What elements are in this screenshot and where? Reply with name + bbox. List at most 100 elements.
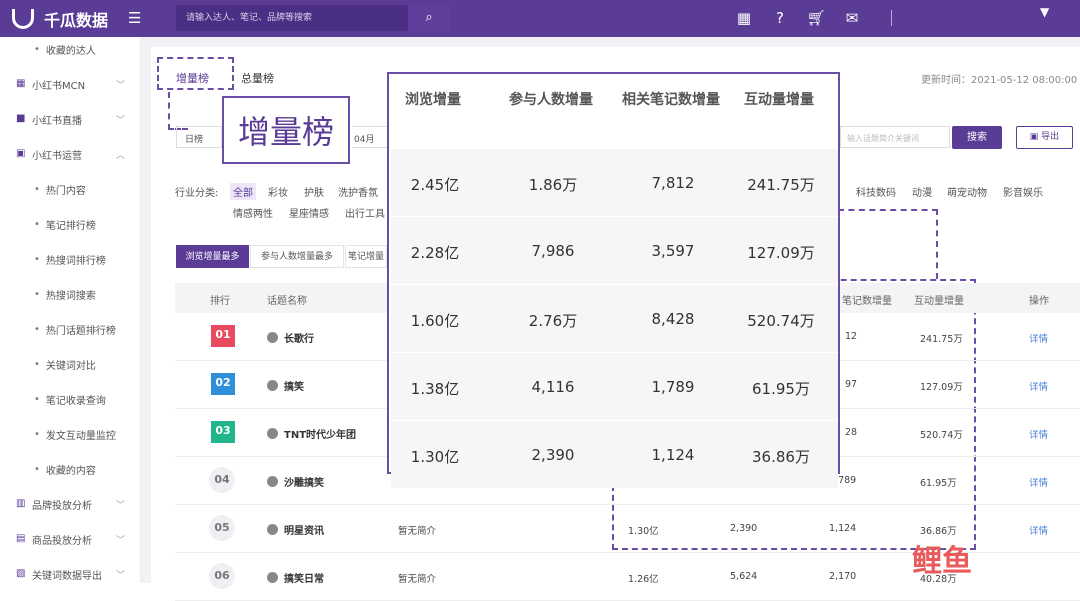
date-select[interactable]: 04月 bbox=[352, 126, 388, 148]
sidebar-item-label: 热门话题排行榜 bbox=[45, 325, 116, 337]
industry-anime[interactable]: 动漫 bbox=[912, 184, 932, 199]
tab-total[interactable]: 总量榜 bbox=[241, 70, 274, 86]
sidebar-item[interactable]: 笔记排行榜 bbox=[0, 209, 141, 239]
search-icon[interactable]: ⌕ bbox=[408, 5, 450, 31]
top-bar: 千瓜数据 ☰ ⌕ ▦ ? 🛒︎ ✉ ▼ bbox=[0, 0, 1080, 37]
sidebar-item[interactable]: 收藏的内容 bbox=[0, 454, 141, 484]
industry-zodiac[interactable]: 星座情感 bbox=[289, 205, 329, 220]
topic-label: 搞笑 bbox=[284, 382, 304, 393]
detail-link[interactable]: 详情 bbox=[1029, 331, 1048, 345]
topic-icon bbox=[267, 572, 278, 583]
sidebar-item-label: 笔记收录查询 bbox=[45, 395, 106, 407]
logo[interactable]: 千瓜数据 bbox=[12, 7, 108, 31]
watermark-text: 鲤鱼 bbox=[912, 544, 972, 579]
sidebar-item[interactable]: 关键词对比 bbox=[0, 349, 141, 379]
overlay-header: 参与人数增量 bbox=[509, 92, 593, 108]
detail-link[interactable]: 详情 bbox=[1029, 427, 1048, 441]
zoom-overlay-table: 浏览增量 参与人数增量 相关笔记数增量 互动量增量 2.45亿 1.86万 7,812 241… bbox=[387, 72, 840, 488]
sidebar-item-label: 关键词对比 bbox=[45, 360, 96, 372]
global-search: ⌕ bbox=[176, 5, 450, 31]
export-button[interactable]: ▣ 导出 bbox=[1016, 126, 1073, 149]
notes-increment: 97 bbox=[845, 379, 858, 390]
sort-tab-notes[interactable]: 笔记增量 bbox=[345, 245, 387, 268]
sidebar-item[interactable]: 热门内容 bbox=[0, 174, 141, 204]
chevron-icon: ︿ bbox=[115, 150, 125, 161]
sidebar-item[interactable]: ▧ 关键词数据导出 ﹀ bbox=[0, 559, 141, 589]
overlay-cell: 2.28亿 bbox=[410, 244, 460, 262]
overlay-cell: 4,116 bbox=[531, 378, 575, 396]
detail-link[interactable]: 详情 bbox=[1029, 379, 1048, 393]
industry-tech[interactable]: 科技数码 bbox=[856, 184, 896, 199]
sidebar-item[interactable]: ▦ 小红书MCN ﹀ bbox=[0, 69, 141, 99]
topic-name[interactable]: TNT时代少年团 bbox=[267, 426, 356, 441]
sidebar-item[interactable]: 热搜词排行榜 bbox=[0, 244, 141, 274]
topic-name[interactable]: 长歌行 bbox=[267, 330, 314, 345]
logo-mark-icon bbox=[12, 9, 34, 29]
sidebar-item[interactable]: ▤ 商品投放分析 ﹀ bbox=[0, 524, 141, 554]
sidebar-group-icon: ■ bbox=[16, 113, 26, 124]
th-topic: 话题名称 bbox=[267, 296, 307, 307]
sidebar-item[interactable]: ▣ 小红书运营 ︿ bbox=[0, 139, 141, 169]
update-time: 更新时间：2021-05-12 08:00:00 bbox=[921, 75, 1078, 86]
industry-relationships[interactable]: 情感两性 bbox=[233, 205, 273, 220]
sidebar-item[interactable]: ▥ 品牌投放分析 ﹀ bbox=[0, 489, 141, 519]
menu-toggle-icon[interactable]: ☰ bbox=[128, 9, 141, 27]
topic-name[interactable]: 搞笑 bbox=[267, 378, 304, 393]
industry-pets[interactable]: 萌宠动物 bbox=[947, 184, 987, 199]
sidebar-group-icon: ▥ bbox=[16, 498, 26, 509]
overlay-cell: 1.30亿 bbox=[410, 448, 460, 466]
sidebar-item[interactable]: ■ 小红书直播 ﹀ bbox=[0, 104, 141, 134]
sidebar-item[interactable]: 热门话题排行榜 bbox=[0, 314, 141, 344]
topic-label: 明星资讯 bbox=[284, 526, 324, 537]
overlay-cell: 61.95万 bbox=[752, 380, 810, 398]
overlay-cell: 2.76万 bbox=[528, 312, 578, 330]
overlay-cell: 241.75万 bbox=[747, 176, 815, 194]
sidebar-item[interactable]: 热搜词搜索 bbox=[0, 279, 141, 309]
overlay-row: 1.30亿 2,390 1,124 36.86万 bbox=[391, 420, 838, 488]
industry-transport[interactable]: 出行工具 bbox=[345, 205, 385, 220]
cart-icon[interactable]: 🛒︎ bbox=[806, 9, 826, 27]
sort-tab-views[interactable]: 浏览增量最多 bbox=[176, 245, 249, 268]
industry-makeup[interactable]: 彩妆 bbox=[268, 184, 288, 199]
overlay-cell: 1.86万 bbox=[528, 176, 578, 194]
highlight-tab-box bbox=[157, 57, 234, 90]
period-select[interactable]: 日榜 bbox=[176, 126, 222, 148]
overlay-cell: 1.38亿 bbox=[410, 380, 460, 398]
mail-icon[interactable]: ✉ bbox=[842, 9, 862, 27]
detail-link[interactable]: 详情 bbox=[1029, 475, 1048, 489]
user-menu-caret-icon[interactable]: ▼ bbox=[1040, 5, 1049, 19]
industry-fragrance[interactable]: 洗护香氛 bbox=[338, 184, 378, 199]
topic-intro: 暂无简介 bbox=[398, 526, 437, 537]
overlay-header: 浏览增量 bbox=[405, 92, 461, 108]
search-button[interactable]: 搜索 bbox=[952, 126, 1002, 149]
sort-tab-people[interactable]: 参与人数增量最多 bbox=[250, 245, 344, 268]
views-increment: 1.30亿 bbox=[628, 526, 659, 537]
sidebar-item-label: 小红书运营 bbox=[32, 150, 82, 162]
overlay-cell: 3,597 bbox=[651, 242, 695, 260]
sidebar-item-label: 收藏的内容 bbox=[45, 465, 96, 477]
chevron-icon: ﹀ bbox=[115, 500, 125, 511]
interact-increment: 520.74万 bbox=[920, 430, 963, 441]
highlight-connector bbox=[168, 92, 188, 130]
sidebar-item-label: 关键词数据导出 bbox=[32, 570, 102, 582]
industry-all[interactable]: 全部 bbox=[230, 183, 256, 200]
industry-entertainment[interactable]: 影音娱乐 bbox=[1003, 184, 1043, 199]
topic-label: TNT时代少年团 bbox=[284, 430, 357, 441]
sidebar-item-label: 热搜词搜索 bbox=[45, 290, 96, 302]
sidebar-item-label: 发文互动量监控 bbox=[45, 430, 116, 442]
keyword-input[interactable]: 输入话题简介关键词 bbox=[840, 126, 950, 148]
interact-increment: 61.95万 bbox=[920, 478, 957, 489]
topic-name[interactable]: 沙雕搞笑 bbox=[267, 474, 324, 489]
sidebar-item-label: 热搜词排行榜 bbox=[45, 255, 106, 267]
apps-grid-icon[interactable]: ▦ bbox=[734, 9, 754, 27]
sidebar-item[interactable]: 收藏的达人 bbox=[0, 34, 141, 64]
global-search-input[interactable] bbox=[176, 5, 408, 31]
sidebar-item[interactable]: 发文互动量监控 bbox=[0, 419, 141, 449]
help-icon[interactable]: ? bbox=[770, 9, 790, 27]
sidebar-item[interactable]: 笔记收录查询 bbox=[0, 384, 141, 414]
detail-link[interactable]: 详情 bbox=[1029, 523, 1048, 537]
topic-name[interactable]: 明星资讯 bbox=[267, 522, 324, 537]
industry-skincare[interactable]: 护肤 bbox=[304, 184, 324, 199]
topic-icon bbox=[267, 428, 278, 439]
callout-label: 增量榜 bbox=[222, 96, 350, 164]
